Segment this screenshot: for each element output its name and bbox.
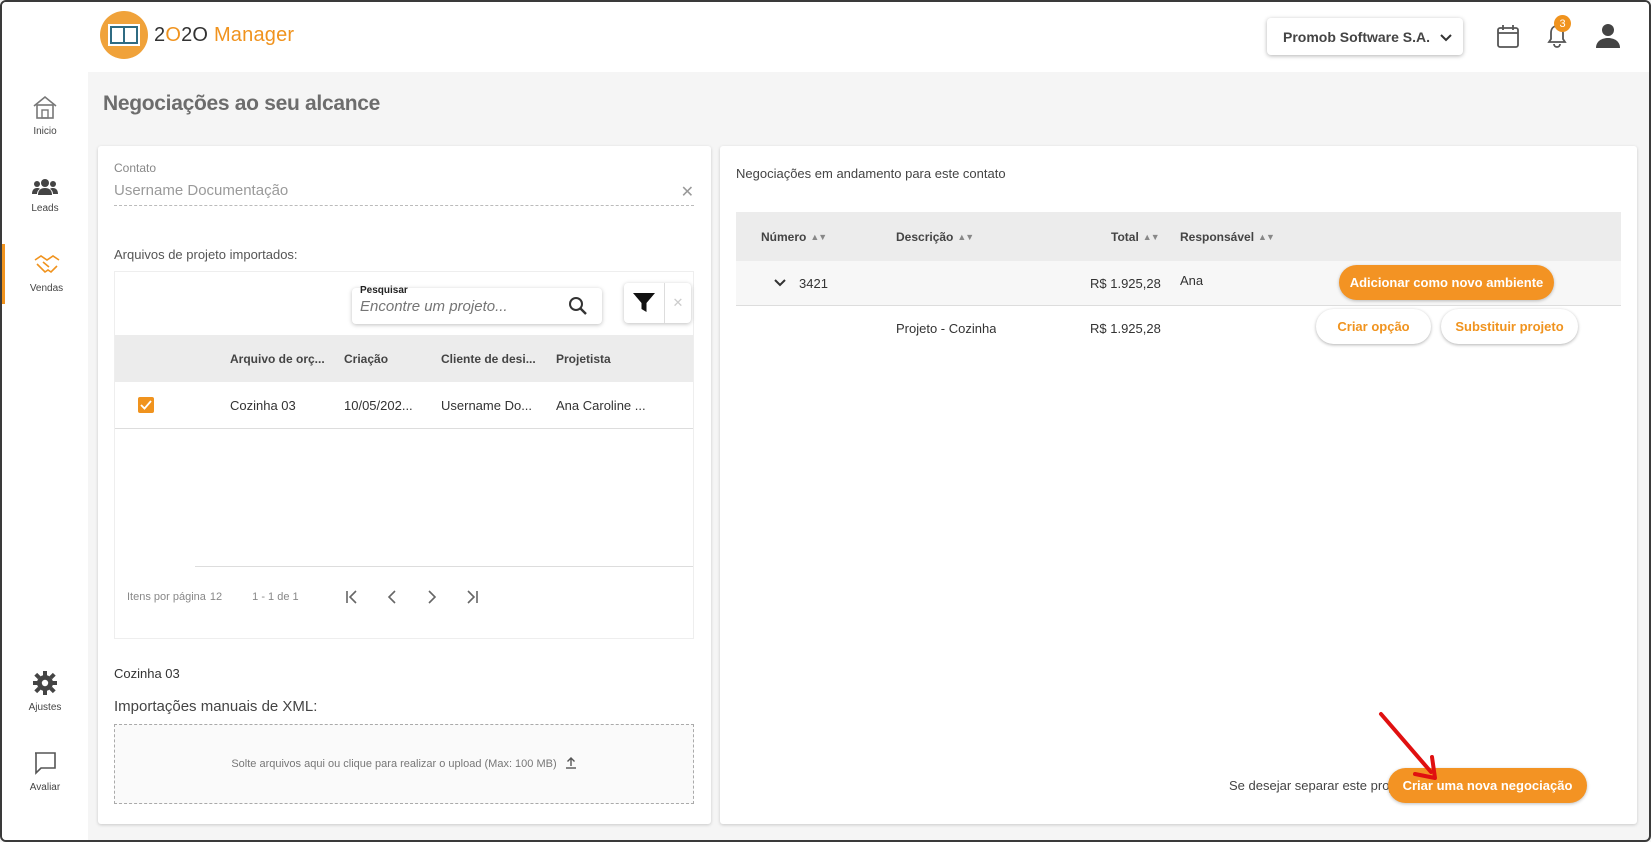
sort-icon: ▲▼ — [957, 231, 974, 242]
contact-label: Contato — [114, 161, 157, 175]
app-window: 2O2O Manager Promob Software S.A. 3 Inic… — [0, 0, 1651, 842]
project-description: Projeto - Cozinha — [896, 321, 997, 336]
sidebar-item-inicio[interactable]: Inicio — [2, 86, 88, 146]
sidebar-item-leads[interactable]: Leads — [2, 166, 88, 226]
user-icon[interactable] — [1594, 22, 1622, 50]
cell-file: Cozinha 03 — [230, 397, 296, 413]
top-bar: 2O2O Manager Promob Software S.A. 3 — [2, 2, 1649, 72]
home-icon — [32, 95, 58, 122]
cell-created: 10/05/202... — [344, 397, 413, 413]
expand-chevron-icon[interactable] — [774, 261, 786, 305]
annotation-arrow-icon — [1377, 710, 1447, 791]
page-range: 1 - 1 de 1 — [252, 591, 299, 603]
sidebar-item-label: Leads — [31, 203, 59, 214]
project-files-panel: Contato Username Documentação ✕ Arquivos… — [98, 146, 711, 824]
first-page-icon[interactable] — [337, 586, 367, 608]
add-as-new-environment-button[interactable]: Adicionar como novo ambiente — [1339, 265, 1554, 300]
column-header-description[interactable]: Descrição ▲▼ — [896, 212, 973, 261]
sidebar-item-label: Vendas — [29, 283, 64, 294]
negotiation-number: 3421 — [799, 275, 828, 291]
table-row[interactable]: Cozinha 03 10/05/202... Username Do... A… — [115, 382, 693, 429]
create-option-button[interactable]: Criar opção — [1316, 309, 1431, 344]
column-header-created[interactable]: Criação — [344, 335, 434, 382]
sort-icon: ▲▼ — [810, 231, 827, 242]
logo-icon — [100, 11, 148, 59]
divider — [195, 566, 693, 567]
search-icon[interactable] — [568, 296, 588, 321]
xml-dropzone[interactable]: Solte arquivos aqui ou clique para reali… — [114, 724, 694, 804]
clear-icon[interactable]: ✕ — [681, 182, 694, 202]
chat-icon — [33, 751, 57, 778]
paginator: Itens por página 12 1 - 1 de 1 — [127, 586, 687, 608]
page-title: Negociações ao seu alcance — [103, 92, 381, 115]
column-header-client[interactable]: Cliente de desi... — [441, 335, 541, 382]
negotiation-total: R$ 1.925,28 — [1090, 275, 1161, 291]
selected-file-name: Cozinha 03 — [114, 666, 180, 681]
negotiations-title: Negociações em andamento para este conta… — [736, 166, 1006, 181]
upload-icon — [565, 756, 577, 772]
sort-icon: ▲▼ — [1142, 231, 1159, 242]
contact-field[interactable]: Username Documentação ✕ — [114, 182, 694, 206]
dropzone-text: Solte arquivos aqui ou clique para reali… — [231, 758, 557, 770]
negotiations-panel: Negociações em andamento para este conta… — [720, 146, 1637, 824]
notification-badge: 3 — [1554, 15, 1571, 32]
app-logo[interactable]: 2O2O Manager — [100, 11, 294, 59]
table-header: Arquivo de orç... Criação Cliente de des… — [115, 335, 693, 382]
next-page-icon[interactable] — [417, 586, 447, 608]
clear-filter-icon[interactable]: ✕ — [664, 283, 691, 323]
sidebar-item-label: Inicio — [33, 126, 57, 137]
cell-designer: Ana Caroline ... — [556, 397, 646, 413]
calendar-icon[interactable] — [1494, 22, 1522, 50]
sidebar-item-label: Ajustes — [28, 702, 62, 713]
sidebar-item-label: Avaliar — [29, 782, 61, 793]
sidebar-item-ajustes[interactable]: Ajustes — [2, 662, 88, 722]
column-header-responsible[interactable]: Responsável ▲▼ — [1180, 212, 1274, 261]
column-header-file[interactable]: Arquivo de orç... — [230, 335, 330, 382]
company-select[interactable]: Promob Software S.A. — [1267, 18, 1463, 55]
imported-files-label: Arquivos de projeto importados: — [114, 247, 298, 262]
handshake-icon — [33, 254, 61, 279]
column-header-designer[interactable]: Projetista — [556, 335, 656, 382]
row-checkbox[interactable] — [138, 397, 154, 413]
search-input[interactable] — [360, 298, 560, 315]
search-label: Pesquisar — [360, 285, 408, 296]
items-per-page-label: Itens por página — [127, 591, 206, 603]
project-total: R$ 1.925,28 — [1090, 321, 1161, 336]
chevron-down-icon — [1440, 29, 1452, 45]
sort-icon: ▲▼ — [1258, 231, 1274, 242]
company-name: Promob Software S.A. — [1283, 28, 1431, 45]
negotiation-responsible: Ana — [1180, 272, 1204, 288]
cell-client: Username Do... — [441, 397, 533, 413]
projects-grid: Pesquisar ✕ Arquivo de orç... Criação Cl… — [114, 271, 694, 639]
column-header-total[interactable]: Total ▲▼ — [1111, 212, 1159, 261]
items-per-page-select[interactable]: 12 — [210, 591, 222, 603]
xml-import-label: Importações manuais de XML: — [114, 698, 318, 715]
people-icon — [32, 178, 58, 199]
sidebar-item-vendas[interactable]: Vendas — [2, 244, 88, 304]
filter-icon[interactable] — [624, 283, 664, 323]
prev-page-icon[interactable] — [377, 586, 407, 608]
column-header-number[interactable]: Número ▲▼ — [761, 212, 826, 261]
negotiations-table-header: Número ▲▼ Descrição ▲▼ Total ▲▼ Responsável… — [736, 212, 1621, 261]
contact-value: Username Documentação — [114, 182, 289, 199]
negotiation-row[interactable]: 3421 R$ 1.925,28 Ana Adicionar como novo… — [736, 261, 1621, 306]
replace-project-button[interactable]: Substituir projeto — [1441, 309, 1578, 344]
sidebar: Inicio Leads Vendas Ajustes Avaliar — [2, 72, 88, 840]
filter-control: ✕ — [624, 283, 691, 323]
sidebar-item-avaliar[interactable]: Avaliar — [2, 742, 88, 802]
last-page-icon[interactable] — [457, 586, 487, 608]
app-name: 2O2O Manager — [154, 23, 295, 46]
gear-icon — [33, 671, 57, 698]
project-search: Pesquisar — [352, 285, 602, 324]
project-row: Projeto - Cozinha R$ 1.925,28 Criar opçã… — [736, 306, 1621, 351]
